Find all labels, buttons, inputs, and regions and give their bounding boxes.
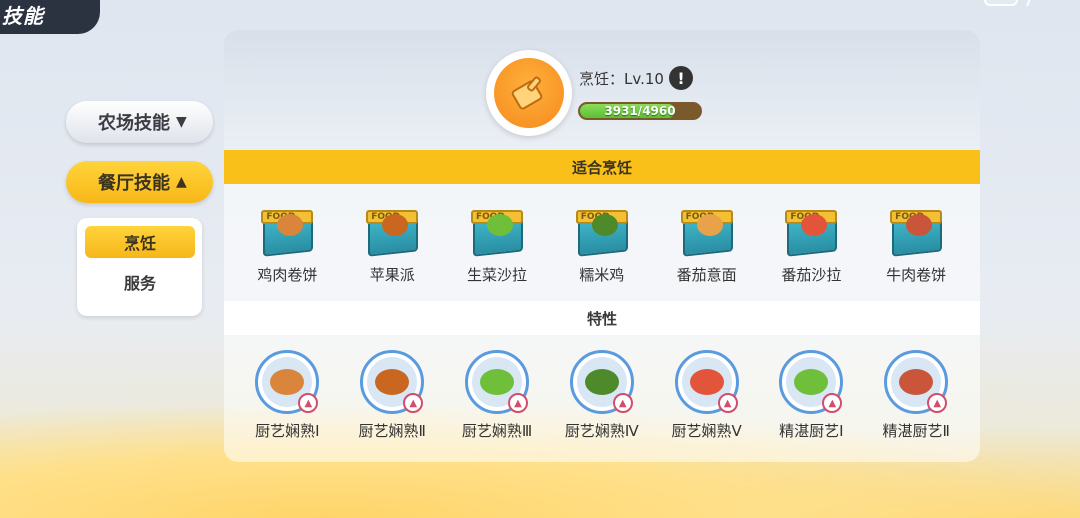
- trait-label: 厨艺娴熟Ⅴ: [671, 422, 742, 440]
- skill-badge: [486, 50, 572, 136]
- sub-nav-service[interactable]: 服务: [85, 266, 195, 298]
- nav-farm-skills[interactable]: 农场技能 ▼: [66, 101, 213, 143]
- trait-tag-icon: ▲: [298, 393, 319, 413]
- plate-icon: ▲: [464, 350, 529, 414]
- plate-icon: ▲: [569, 350, 634, 414]
- skill-header: [224, 30, 980, 150]
- skill-panel: 烹饪：Lv.10 ! 3931/4960 适合烹饪 FOOD 鸡肉卷饼 FOOD 苹果…: [224, 30, 980, 462]
- trait-label: 厨艺娴熟Ⅰ: [255, 422, 320, 440]
- plate-icon: ▲: [779, 350, 844, 414]
- skill-name-level: 烹饪：Lv.10: [579, 70, 664, 88]
- food-box-icon: FOOD: [679, 206, 735, 257]
- trait-tag-icon: ▲: [403, 393, 424, 413]
- trait-item[interactable]: ▲ 厨艺娴熟Ⅰ: [235, 350, 340, 441]
- dish-item[interactable]: FOOD 鸡肉卷饼: [235, 206, 340, 285]
- trait-label: 厨艺娴熟Ⅱ: [358, 422, 426, 440]
- trait-tag-icon: ▲: [822, 393, 843, 413]
- plate-icon: ▲: [674, 350, 739, 414]
- section-traits-header: 特性: [224, 301, 980, 335]
- trait-list: ▲ 厨艺娴熟Ⅰ ▲ 厨艺娴熟Ⅱ ▲ 厨艺娴熟Ⅲ ▲ 厨艺娴熟Ⅳ ▲ 厨艺娴熟Ⅴ ▲ 精湛厨艺Ⅰ ▲ 精湛厨…: [235, 350, 969, 441]
- cutting-board-icon: [494, 58, 564, 128]
- food-box-icon: FOOD: [888, 206, 944, 257]
- xp-progress-bar: 3931/4960: [578, 102, 702, 120]
- trait-label: 精湛厨艺Ⅰ: [779, 422, 844, 440]
- section-traits-title: 特性: [586, 309, 617, 328]
- food-box-icon: FOOD: [469, 206, 525, 257]
- nav-restaurant-skills[interactable]: 餐厅技能 ▲: [66, 161, 213, 203]
- xp-progress-text: 3931/4960: [604, 104, 676, 118]
- food-box-icon: FOOD: [783, 206, 839, 257]
- trait-label: 厨艺娴熟Ⅳ: [564, 422, 639, 440]
- trait-item[interactable]: ▲ 厨艺娴熟Ⅳ: [549, 350, 654, 441]
- dish-label: 鸡肉卷饼: [257, 266, 318, 284]
- dish-item[interactable]: FOOD 番茄沙拉: [759, 206, 864, 285]
- plate-icon: ▲: [884, 350, 949, 414]
- dish-label: 苹果派: [369, 266, 415, 284]
- trait-tag-icon: ▲: [507, 393, 528, 413]
- plate-icon: ▲: [360, 350, 425, 414]
- dish-label: 番茄意面: [676, 266, 737, 284]
- sub-nav-cooking[interactable]: 烹饪: [85, 226, 195, 258]
- dish-item[interactable]: FOOD 生菜沙拉: [445, 206, 550, 285]
- dish-label: 糯米鸡: [579, 266, 625, 284]
- slash-icon: [1020, 0, 1032, 6]
- trait-item[interactable]: ▲ 精湛厨艺Ⅱ: [864, 350, 969, 441]
- chevron-down-icon: ▼: [176, 114, 187, 130]
- dish-label: 生菜沙拉: [466, 266, 527, 284]
- food-box-icon: FOOD: [259, 206, 315, 257]
- section-dishes-header: 适合烹饪: [224, 150, 980, 184]
- trait-tag-icon: ▲: [717, 393, 738, 413]
- nav-farm-label: 农场技能: [98, 113, 170, 134]
- trait-label: 厨艺娴熟Ⅲ: [461, 422, 533, 440]
- chevron-up-icon: ▲: [176, 174, 187, 190]
- info-button[interactable]: !: [669, 66, 693, 90]
- plate-icon: ▲: [255, 350, 320, 414]
- trait-item[interactable]: ▲ 厨艺娴熟Ⅱ: [340, 350, 445, 441]
- dish-item[interactable]: FOOD 糯米鸡: [549, 206, 654, 285]
- trait-item[interactable]: ▲ 厨艺娴熟Ⅲ: [445, 350, 550, 441]
- trait-tag-icon: ▲: [927, 393, 948, 413]
- food-box-icon: FOOD: [574, 206, 630, 257]
- sub-nav-panel: 烹饪 服务: [77, 218, 202, 316]
- dish-item[interactable]: FOOD 牛肉卷饼: [864, 206, 969, 285]
- trait-item[interactable]: ▲ 厨艺娴熟Ⅴ: [654, 350, 759, 441]
- section-dishes-title: 适合烹饪: [571, 158, 632, 177]
- dish-item[interactable]: FOOD 番茄意面: [654, 206, 759, 285]
- food-box-icon: FOOD: [364, 206, 420, 257]
- trait-label: 精湛厨艺Ⅱ: [882, 422, 950, 440]
- dish-list: FOOD鸡肉卷饼FOOD苹果派FOOD生菜沙拉FOOD糯米鸡FOOD番茄意面FO…: [235, 206, 969, 285]
- page-title: 技能: [2, 4, 44, 28]
- nav-restaurant-label: 餐厅技能: [98, 173, 170, 194]
- trait-tag-icon: ▲: [612, 393, 633, 413]
- dish-label: 番茄沙拉: [781, 266, 842, 284]
- dish-label: 牛肉卷饼: [886, 266, 947, 284]
- dish-item[interactable]: FOOD 苹果派: [340, 206, 445, 285]
- top-right-button[interactable]: [984, 0, 1018, 6]
- trait-item[interactable]: ▲ 精湛厨艺Ⅰ: [759, 350, 864, 441]
